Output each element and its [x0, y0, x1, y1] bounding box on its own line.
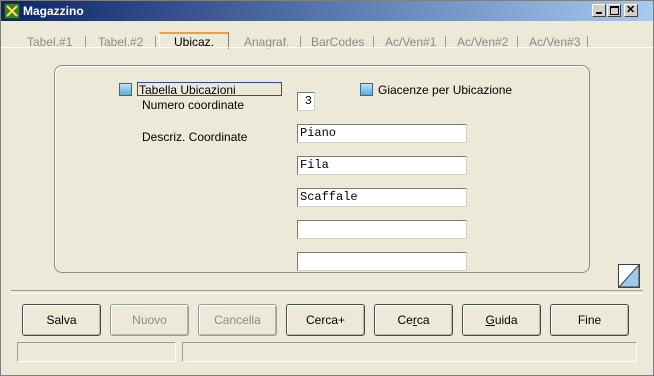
fine-label: Fine: [577, 313, 602, 327]
tabella-ubicazioni-checkbox[interactable]: [119, 83, 132, 96]
magazzino-window: Magazzino ✕ Tabel.#1 Tabel.#2 Ubicaz. An…: [0, 0, 654, 376]
cerca-plus-label: Cerca+: [305, 313, 346, 327]
coordinate-field-2[interactable]: Fila: [297, 156, 467, 175]
nuovo-button[interactable]: Nuovo: [110, 304, 189, 336]
guida-mnemonic: G: [485, 313, 495, 327]
cancella-label: Cancella: [214, 313, 261, 327]
coordinate-field-4[interactable]: [297, 220, 467, 239]
guida-label-end: uida: [494, 313, 518, 327]
status-pane-left: [17, 342, 176, 362]
salva-button[interactable]: Salva: [22, 304, 101, 336]
tab-separator: [85, 36, 86, 47]
numero-coordinate-label: Numero coordinate: [142, 98, 245, 112]
nuovo-label: Nuovo: [132, 313, 167, 327]
guida-button[interactable]: Guida: [462, 304, 541, 336]
page-corner-icon[interactable]: [618, 264, 640, 288]
tab-separator: [300, 36, 301, 47]
tab-separator: [373, 36, 374, 47]
coordinate-field-1[interactable]: Piano: [297, 124, 467, 143]
cancella-button[interactable]: Cancella: [198, 304, 277, 336]
status-pane-right: [182, 342, 637, 362]
coordinate-field-3[interactable]: Scaffale: [297, 188, 467, 207]
cerca-plus-button[interactable]: Cerca+: [286, 304, 365, 336]
tab-separator: [517, 36, 518, 47]
close-icon: ✕: [626, 4, 636, 16]
maximize-button[interactable]: [607, 4, 621, 17]
descriz-coordinate-label: Descriz. Coordinate: [142, 130, 248, 144]
app-icon: [4, 3, 20, 19]
cerca-button[interactable]: Cerca: [374, 304, 453, 336]
minimize-button[interactable]: [592, 4, 606, 17]
tab-underline: [1, 47, 653, 48]
fine-button[interactable]: Fine: [550, 304, 629, 336]
tab-separator: [445, 36, 446, 47]
coordinate-field-5[interactable]: [297, 252, 467, 271]
minimize-icon: [596, 12, 602, 14]
close-button[interactable]: ✕: [624, 4, 638, 17]
title-bar[interactable]: Magazzino ✕: [1, 1, 653, 21]
cerca-label-start: Ce: [397, 313, 413, 327]
numero-coordinate-input[interactable]: 3: [297, 92, 315, 111]
tabella-ubicazioni-label: Tabella Ubicazioni: [139, 83, 236, 97]
tab-separator: [587, 36, 588, 47]
window-title: Magazzino: [23, 4, 84, 18]
button-divider: [11, 290, 643, 294]
cerca-label-end: ca: [416, 313, 430, 327]
tab-strip: Tabel.#1 Tabel.#2 Ubicaz. Anagraf. BarCo…: [1, 21, 653, 49]
giacenze-checkbox[interactable]: [360, 83, 373, 96]
maximize-icon: [610, 6, 619, 15]
salva-label: Salva: [46, 313, 77, 327]
giacenze-label: Giacenze per Ubicazione: [378, 83, 513, 97]
tab-separator: [155, 36, 156, 47]
